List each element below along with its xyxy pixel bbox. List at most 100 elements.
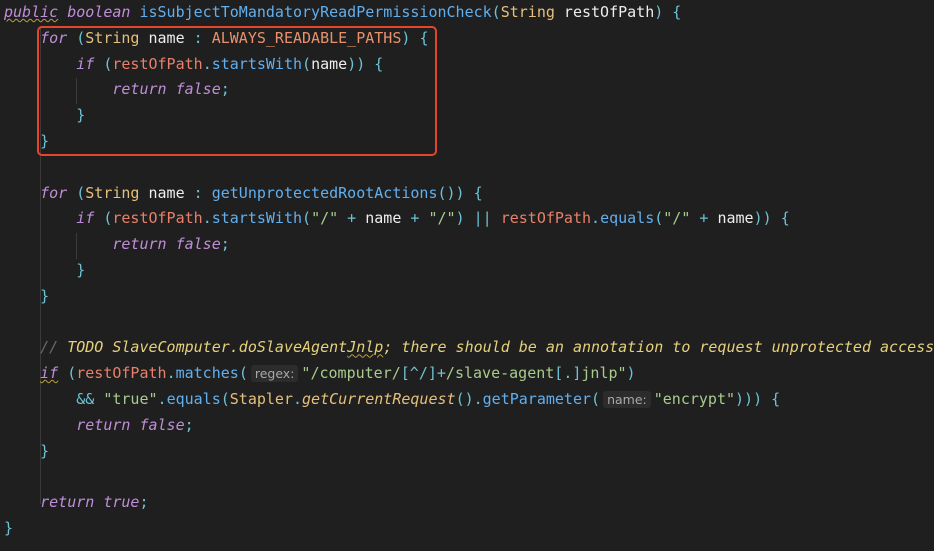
code-token: if (40, 364, 59, 383)
code-token: restOfPath (112, 209, 203, 228)
code-token: matches (175, 364, 239, 383)
code-line[interactable]: if (restOfPath.startsWith("/" + name + "… (4, 206, 934, 232)
code-line[interactable]: } (4, 284, 934, 310)
code-token: startsWith (211, 209, 303, 228)
code-token: if (76, 209, 95, 228)
code-token: false (175, 235, 221, 254)
code-line[interactable]: // TODO SlaveComputer.doSlaveAgentJnlp; … (4, 335, 934, 361)
code-token: [^/] (400, 364, 437, 383)
code-line[interactable]: return true; (4, 490, 934, 516)
code-token: + (436, 364, 446, 383)
code-token: ; (220, 235, 230, 254)
code-line[interactable]: return false; (4, 413, 934, 439)
code-line[interactable] (4, 464, 934, 490)
code-token: return (40, 493, 95, 512)
code-token: ( (220, 389, 230, 408)
code-token: ) (455, 209, 465, 228)
code-line[interactable]: for (String name : getUnprotectedRootAct… (4, 181, 934, 207)
code-token: restOfPath (500, 209, 592, 228)
code-line[interactable]: && "true".equals(Stapler.getCurrentReque… (4, 387, 934, 413)
code-line[interactable]: return false; (4, 232, 934, 258)
code-token: "/computer/ (301, 364, 401, 383)
code-line[interactable]: } (4, 439, 934, 465)
code-token: + (338, 209, 366, 228)
parameter-hint: regex: (250, 365, 299, 383)
code-token: name (148, 183, 185, 202)
code-token: Jnlp (347, 338, 384, 357)
code-token: restOfPath (76, 364, 167, 383)
code-token: true (103, 493, 140, 512)
code-line[interactable]: if (restOfPath.matches(regex: "/computer/… (4, 361, 934, 387)
code-token: jnlp" (581, 364, 627, 383)
code-token: [.] (554, 364, 582, 383)
code-token: /slave-agent (445, 364, 555, 383)
code-token: ) (626, 364, 636, 383)
code-token: . (591, 209, 601, 228)
code-token: ; (184, 415, 194, 434)
code-token: "encrypt" (653, 389, 736, 408)
code-token: (). (455, 389, 483, 408)
code-token: // (40, 338, 68, 357)
code-token: + (690, 209, 718, 228)
code-token: "/" (311, 209, 339, 228)
code-token: ( (76, 183, 86, 202)
code-token: ( (302, 209, 312, 228)
code-token: || (464, 209, 501, 228)
code-token: } (40, 286, 50, 305)
code-line[interactable] (4, 155, 934, 181)
code-token: : (184, 183, 212, 202)
code-token: + (401, 209, 429, 228)
code-token: . (293, 389, 303, 408)
code-token: boolean (67, 3, 131, 21)
code-token: String (85, 183, 140, 202)
code-token: getCurrentRequest (302, 389, 456, 408)
code-line[interactable]: } (4, 516, 934, 542)
code-token: ( (591, 389, 601, 408)
code-token: ; there should be an annotation to reque… (383, 338, 934, 357)
code-token: . (202, 209, 212, 228)
code-token: && (76, 389, 95, 408)
code-token: } (40, 441, 50, 460)
code-token: ) (654, 3, 664, 21)
code-token: "true" (103, 389, 158, 408)
code-token: ( (654, 209, 664, 228)
code-line[interactable]: } (4, 258, 934, 284)
code-token: for (40, 183, 68, 202)
code-token: { (473, 183, 483, 202)
code-token: "/" (663, 209, 691, 228)
code-token: isSubjectToMandatoryReadPermissionCheck (139, 3, 492, 21)
parameter-hint: name: (603, 390, 651, 408)
code-token: "/" (428, 209, 456, 228)
code-token: return (76, 415, 131, 434)
code-token: { (771, 389, 781, 408)
code-token: ()) (437, 183, 465, 202)
code-token: } (76, 260, 86, 279)
code-token: ( (238, 364, 248, 383)
code-token: { (672, 3, 682, 21)
code-line[interactable] (4, 310, 934, 336)
code-token: name (717, 209, 754, 228)
code-line[interactable]: public boolean isSubjectToMandatoryReadP… (4, 0, 934, 26)
code-token: )) (753, 209, 772, 228)
